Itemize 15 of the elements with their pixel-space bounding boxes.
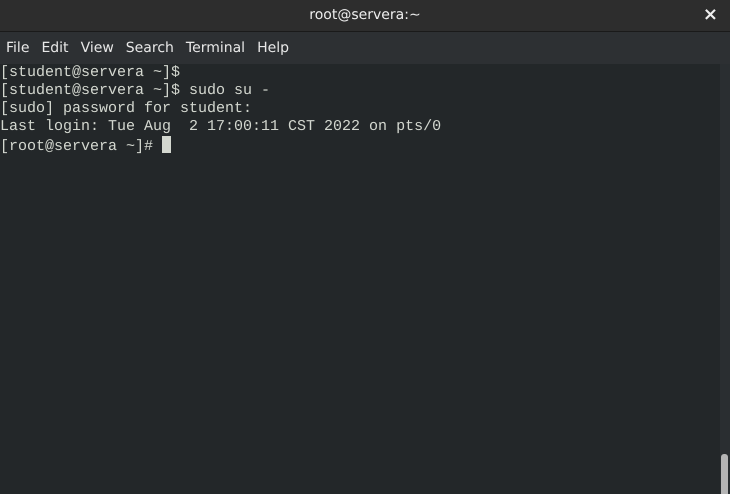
menu-item[interactable]: Edit [35,32,75,64]
window-title: root@servera:~ [309,6,421,25]
terminal-line: [root@servera ~]# [0,138,154,155]
terminal-line: Last login: Tue Aug 2 17:00:11 CST 2022 on pts/0 [0,118,442,135]
scrollbar-thumb[interactable] [721,454,728,494]
menu-item[interactable]: Help [251,32,295,64]
cursor [162,136,172,153]
menu-item[interactable]: Search [120,32,180,64]
close-button[interactable]: × [698,4,722,26]
terminal-line: [student@servera ~]$ [0,64,180,81]
menu-item[interactable]: View [74,32,120,64]
terminal-line: [student@servera ~]$ sudo su - [0,82,270,99]
menu-item[interactable]: File [0,32,36,64]
menu-item[interactable]: Terminal [180,32,252,64]
terminal-line: [sudo] password for student: [0,100,252,117]
